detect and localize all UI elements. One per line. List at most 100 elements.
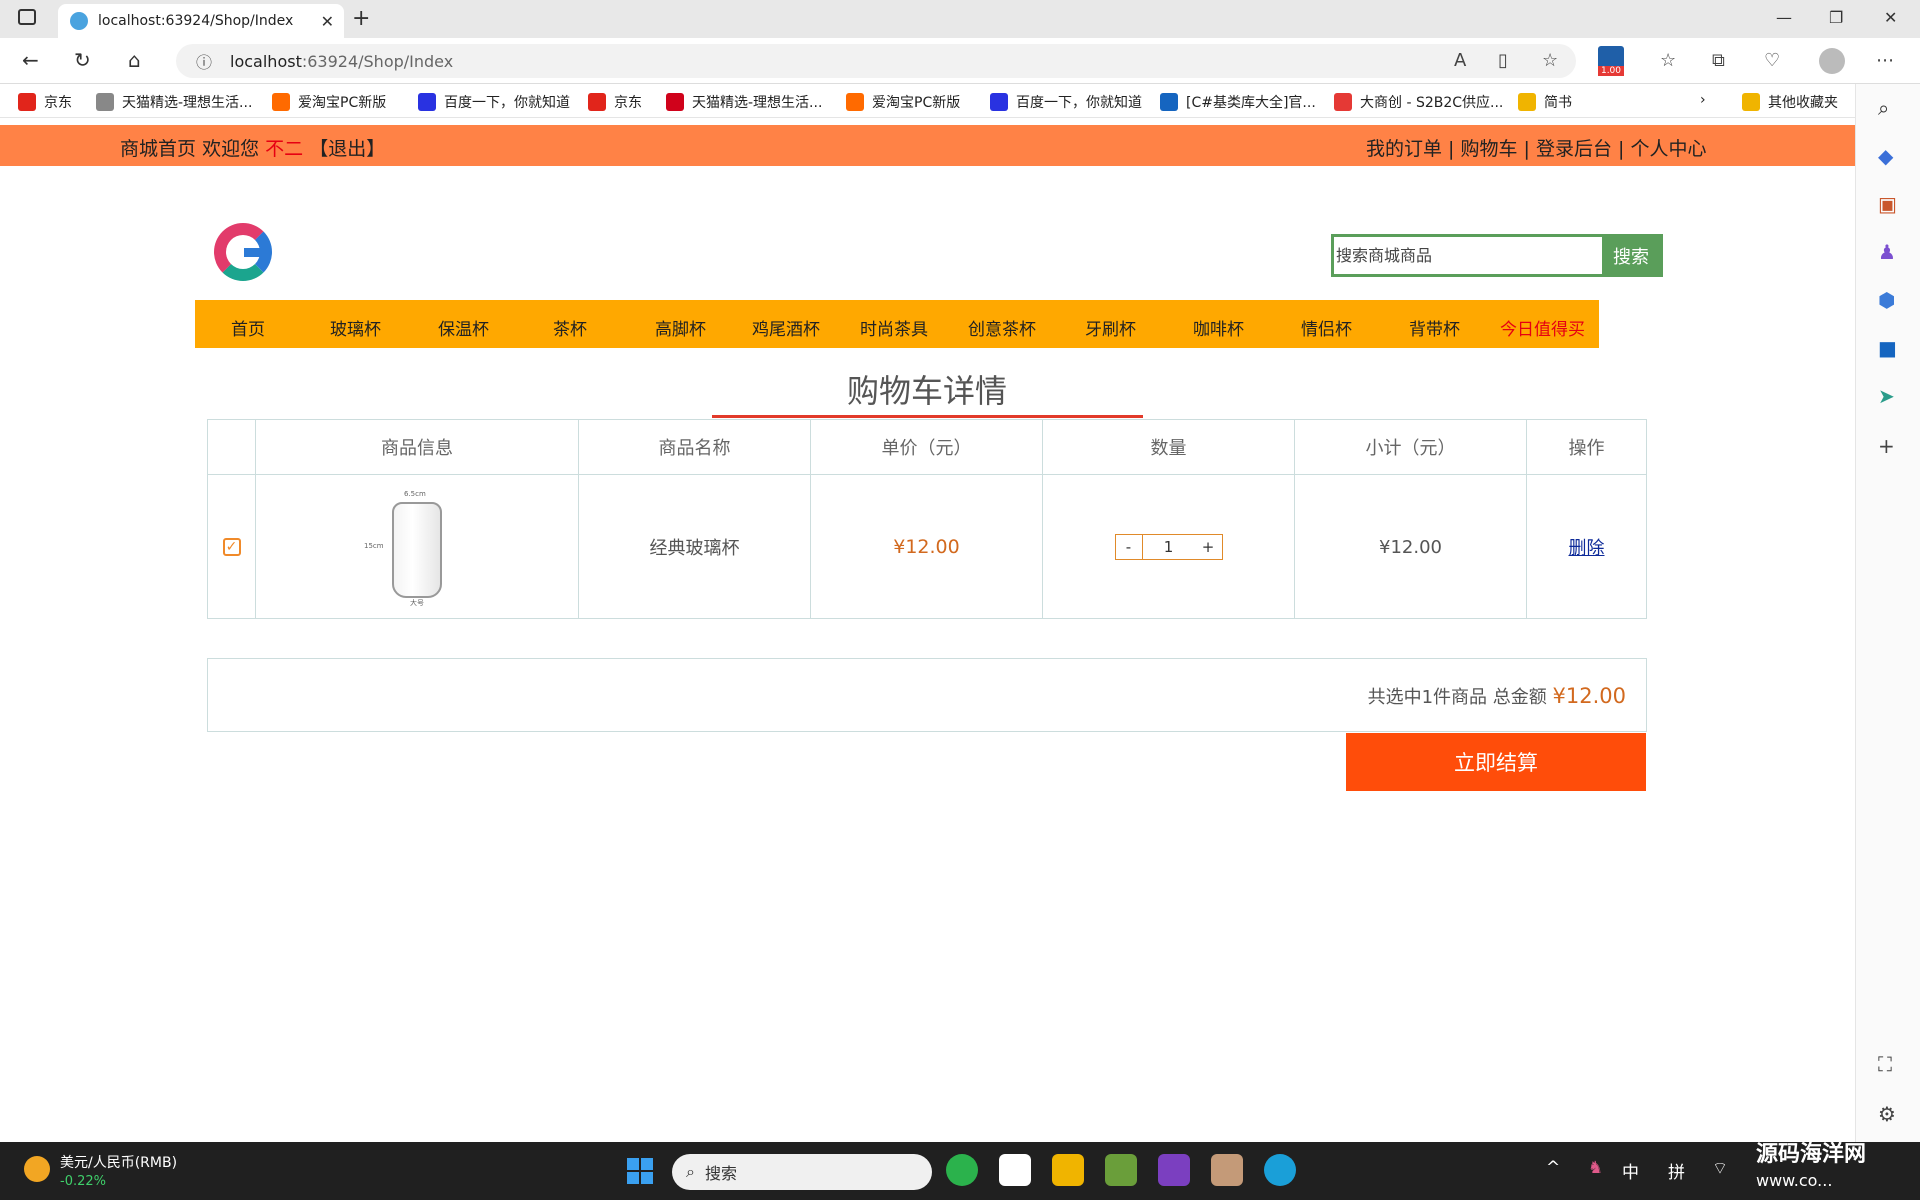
- taskbar-search[interactable]: ⌕ 搜索: [672, 1154, 932, 1190]
- sidebar-add-icon[interactable]: +: [1878, 434, 1895, 458]
- bookmark-item[interactable]: 京东: [588, 92, 642, 112]
- bookmark-item[interactable]: [C#基类库大全]官...: [1160, 92, 1316, 112]
- profile-avatar[interactable]: [1819, 48, 1845, 74]
- visual-studio-icon[interactable]: [1158, 1154, 1190, 1186]
- bookmark-item[interactable]: 爱淘宝PC新版: [272, 92, 386, 112]
- ime-language[interactable]: 中: [1622, 1158, 1639, 1183]
- photos-app-icon[interactable]: [999, 1154, 1031, 1186]
- site-info-icon[interactable]: ⓘ: [196, 49, 212, 73]
- edge-browser-icon[interactable]: [1264, 1154, 1296, 1186]
- header-subtotal: 小计（元）: [1295, 420, 1527, 475]
- collections-icon[interactable]: ⧉: [1712, 50, 1725, 71]
- wifi-icon[interactable]: ⌔: [1712, 1158, 1728, 1179]
- read-aloud-icon[interactable]: A: [1454, 50, 1466, 71]
- category-link[interactable]: 咖啡杯: [1193, 315, 1244, 340]
- favorites-icon[interactable]: ☆: [1660, 50, 1676, 71]
- sidebar-tools-icon[interactable]: ▣: [1878, 192, 1897, 216]
- home-icon[interactable]: ⌂: [128, 48, 141, 72]
- wechat-icon[interactable]: [946, 1154, 978, 1186]
- bookmark-淘-icon: [272, 93, 290, 111]
- bookmark-item[interactable]: 京东: [18, 92, 72, 112]
- category-link[interactable]: 时尚茶具: [860, 315, 928, 340]
- category-link[interactable]: 创意茶杯: [968, 315, 1036, 340]
- item-checkbox[interactable]: ✓: [222, 538, 241, 556]
- search-input[interactable]: [1334, 237, 1602, 274]
- sidebar-games-icon[interactable]: ♟: [1878, 240, 1896, 264]
- summary-count: 1: [1421, 687, 1434, 708]
- ime-mode[interactable]: 拼: [1668, 1158, 1685, 1183]
- checkout-button[interactable]: 立即结算: [1346, 733, 1646, 791]
- tray-app-icon[interactable]: ♞: [1588, 1158, 1603, 1178]
- action-cell: 删除: [1527, 475, 1646, 619]
- bookmark-item[interactable]: 百度一下，你就知道: [990, 92, 1142, 112]
- site-logo[interactable]: [214, 223, 272, 281]
- bookmark-item[interactable]: 天猫精选-理想生活...: [666, 92, 822, 112]
- taskbar-search-icon: ⌕: [686, 1162, 695, 1181]
- delete-link[interactable]: 删除: [1569, 534, 1605, 560]
- bookmarks-overflow-icon[interactable]: ›: [1700, 92, 1706, 108]
- immersive-reader-icon[interactable]: ▯: [1498, 50, 1508, 71]
- sidebar-send-icon[interactable]: ➤: [1878, 384, 1895, 408]
- logout-link[interactable]: 【退出】: [309, 138, 385, 160]
- sidebar-screenshot-icon[interactable]: ⛶: [1878, 1052, 1892, 1076]
- url-bar[interactable]: ⓘ localhost:63924/Shop/Index: [176, 44, 1576, 78]
- search-button[interactable]: 搜索: [1602, 237, 1660, 274]
- category-link[interactable]: 玻璃杯: [330, 315, 381, 340]
- category-link[interactable]: 牙刷杯: [1085, 315, 1136, 340]
- mall-home-link[interactable]: 商城首页: [120, 138, 196, 160]
- bookmark-item[interactable]: 爱淘宝PC新版: [846, 92, 960, 112]
- taskbar-search-label: 搜索: [704, 1164, 737, 1183]
- other-favorites[interactable]: 其他收藏夹: [1742, 92, 1838, 112]
- restore-icon[interactable]: ❐: [1829, 8, 1843, 27]
- quantity-increase-button[interactable]: +: [1194, 534, 1223, 560]
- quantity-input[interactable]: 1: [1142, 534, 1195, 560]
- username: 不二: [265, 138, 304, 160]
- performance-icon[interactable]: ♡: [1764, 50, 1780, 71]
- new-tab-icon[interactable]: +: [352, 6, 370, 31]
- summary-prefix: 共选中: [1367, 687, 1422, 708]
- sidebar-tag-icon[interactable]: ◆: [1878, 144, 1893, 168]
- bookmark-item[interactable]: 百度一下，你就知道: [418, 92, 570, 112]
- folder-icon: [1742, 93, 1760, 111]
- bookmark-item[interactable]: 天猫精选-理想生活...: [96, 92, 252, 112]
- browser-tab[interactable]: localhost:63924/Shop/Index ✕: [58, 4, 344, 38]
- sidebar-settings-icon[interactable]: ⚙: [1878, 1102, 1896, 1126]
- category-link[interactable]: 情侣杯: [1301, 315, 1352, 340]
- sidebar-outlook-icon[interactable]: ■: [1878, 336, 1897, 360]
- start-button[interactable]: [627, 1158, 653, 1184]
- file-explorer-icon[interactable]: [1052, 1154, 1084, 1186]
- category-link[interactable]: 高脚杯: [655, 315, 706, 340]
- bookmark-label: [C#基类库大全]官...: [1186, 95, 1316, 111]
- product-image[interactable]: 6.5cm 15cm 大号: [364, 488, 448, 607]
- extension-icon[interactable]: 1.00: [1598, 46, 1624, 76]
- category-link[interactable]: 今日值得买: [1500, 315, 1585, 340]
- category-link[interactable]: 茶杯: [553, 315, 587, 340]
- summary-text: 共选中1件商品 总金额 ¥12.00: [1368, 683, 1626, 709]
- tray-chevron-icon[interactable]: ^: [1546, 1158, 1560, 1178]
- back-icon[interactable]: ←: [22, 48, 39, 72]
- header-action: 操作: [1527, 420, 1646, 475]
- window-close-icon[interactable]: ✕: [1884, 8, 1897, 27]
- more-menu-icon[interactable]: ⋯: [1876, 50, 1894, 71]
- top-bar-links[interactable]: 我的订单 | 购物车 | 登录后台 | 个人中心: [1366, 134, 1706, 161]
- bookmark-item[interactable]: 大商创 - S2B2C供应...: [1334, 92, 1503, 112]
- refresh-icon[interactable]: ↻: [74, 48, 91, 72]
- category-link[interactable]: 首页: [231, 315, 265, 340]
- sidebar-office-icon[interactable]: ⬢: [1878, 288, 1895, 312]
- favorite-star-icon[interactable]: ☆: [1542, 50, 1558, 71]
- fx-widget[interactable]: 美元/人民币(RMB) -0.22%: [24, 1152, 177, 1189]
- app-icon[interactable]: [1211, 1154, 1243, 1186]
- cart-table: 商品信息 商品名称 单价（元） 数量 小计（元） 操作 ✓ 6.5cm 15cm…: [207, 419, 1647, 619]
- category-link[interactable]: 保温杯: [438, 315, 489, 340]
- sidebar-search-icon[interactable]: ⌕: [1878, 96, 1889, 120]
- bookmark-item[interactable]: 简书: [1518, 92, 1572, 112]
- quantity-decrease-button[interactable]: -: [1114, 534, 1143, 560]
- minimize-icon[interactable]: —: [1776, 8, 1792, 27]
- other-favorites-label: 其他收藏夹: [1768, 95, 1838, 111]
- paint-app-icon[interactable]: [1105, 1154, 1137, 1186]
- tab-close-icon[interactable]: ✕: [321, 12, 334, 31]
- category-link[interactable]: 背带杯: [1409, 315, 1460, 340]
- category-link[interactable]: 鸡尾酒杯: [752, 315, 820, 340]
- image-label-size: 大号: [410, 599, 424, 607]
- tab-actions-icon[interactable]: [18, 9, 36, 25]
